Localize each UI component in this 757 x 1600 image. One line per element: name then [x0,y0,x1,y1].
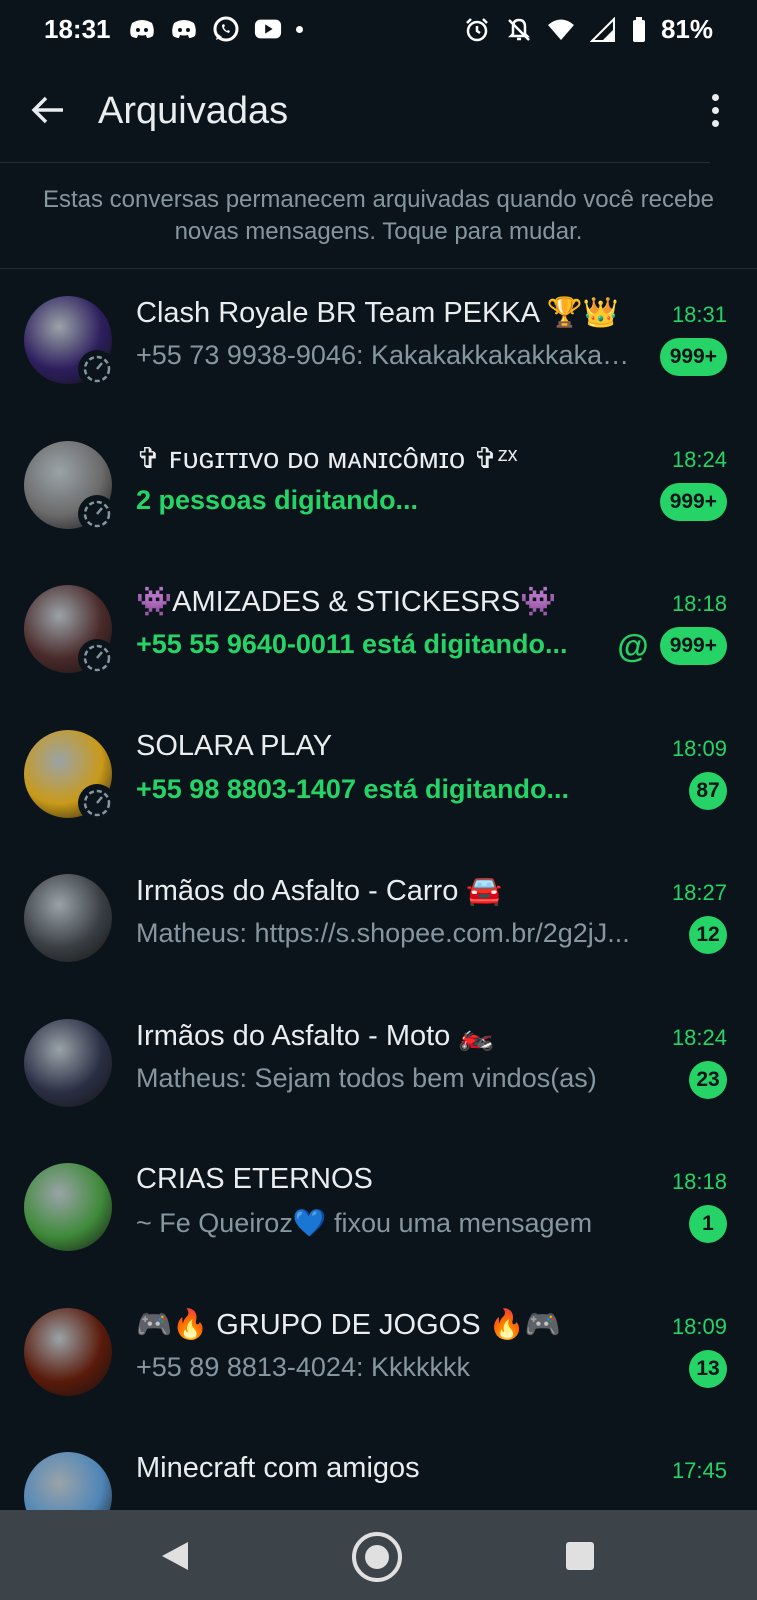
unread-count-badge: 999+ [659,338,727,376]
avatar-image [24,1163,112,1251]
chat-name: Irmãos do Asfalto - Moto 🏍️ [136,1019,495,1052]
unread-count-badge: 999+ [659,627,727,665]
mute-icon [505,17,533,43]
chat-row[interactable]: Clash Royale BR Team PEKKA 🏆👑 18:31 +55 73… [0,272,757,417]
unread-count-badge: 1 [689,1205,727,1243]
home-icon [365,1545,389,1569]
back-button[interactable] [26,88,70,132]
navigation-bar [0,1510,757,1600]
chat-name: Clash Royale BR Team PEKKA 🏆👑 [136,297,619,329]
status-ring-icon [78,494,116,533]
archive-info-text[interactable]: Estas conversas permanecem arquivadas qu… [40,184,717,248]
chat-preview: +55 55 9640-0011 está digitando... [136,629,568,659]
avatar-image [24,874,112,962]
youtube-icon [254,16,282,42]
app-bar: Arquivadas [0,70,757,160]
chat-time: 18:18 [671,1169,727,1194]
chat-preview: 2 pessoas digitando... [136,484,419,515]
chat-name: SOLARA PLAY [136,729,333,762]
status-bar: 18:31 81% [0,0,757,60]
chat-preview: +55 89 8813-4024: Kkkkkkk [136,1351,470,1382]
chat-row[interactable]: 👾AMIZADES & STICKESRS👾 18:18 +55 55 9640-0… [0,561,757,706]
chat-preview: ~ Fe Queiroz💙 fixou uma mensagem [136,1208,593,1238]
chat-time: 18:18 [671,591,727,616]
chat-name: Irmãos do Asfalto - Carro 🚘 [136,875,503,907]
chat-row[interactable]: Irmãos do Asfalto - Moto 🏍️ 18:24 Matheus:… [0,995,757,1140]
arrow-left-icon [31,96,63,124]
chat-time: 18:09 [671,735,727,761]
mention-icon: @ [617,627,649,664]
chat-avatar[interactable] [24,440,116,533]
dot [711,106,719,114]
battery-icon [631,16,647,43]
chat-list: Clash Royale BR Team PEKKA 🏆👑 18:31 +55 73… [0,272,757,1573]
chat-time: 18:31 [671,302,727,327]
alarm-icon [463,17,491,43]
unread-count-badge: 999+ [659,482,727,521]
chat-row[interactable]: 🎮🔥 GRUPO DE JOGOS 🔥🎮 18:09 +55 89 8813-402… [0,1284,757,1429]
chat-row[interactable]: Irmãos do Asfalto - Carro 🚘 18:27 Matheus:… [0,850,757,995]
chat-preview: Matheus: Sejam todos bem vindos(as) [136,1062,597,1093]
chat-row[interactable]: CRIAS ETERNOS 18:18 ~ Fe Queiroz💙 fixou um… [0,1139,757,1284]
notification-icons [128,16,303,42]
avatar-image [24,1018,112,1107]
chat-avatar[interactable] [24,296,116,388]
nav-recents-button[interactable] [566,1542,594,1570]
chat-name: Minecraft com amigos [136,1452,420,1484]
battery-percent: 81% [660,14,713,44]
chat-avatar[interactable] [24,1018,112,1107]
chat-time: 18:24 [671,1024,727,1050]
status-time: 18:31 [44,14,111,44]
chat-preview: Matheus: https://s.shopee.com.br/2g2jJ..… [136,918,630,948]
chat-avatar[interactable] [24,585,116,677]
dot [711,93,719,101]
discord-icon [128,16,156,42]
discord-icon [170,16,198,42]
chat-avatar[interactable] [24,1307,112,1396]
system-icons: 81% [463,14,713,45]
nav-home-button[interactable] [352,1532,402,1582]
divider [0,162,710,163]
unread-count-badge: 13 [689,1349,727,1388]
chat-preview: +55 98 8803-1407 está digitando... [136,773,569,804]
avatar-image [24,1307,112,1396]
nav-back-button[interactable] [160,1540,190,1577]
unread-count-badge: 23 [689,1060,727,1099]
chat-avatar[interactable] [24,729,116,822]
chat-avatar[interactable] [24,1163,112,1251]
chat-avatar[interactable] [24,874,112,962]
chat-row[interactable]: SOLARA PLAY 18:09 +55 98 8803-1407 está di… [0,706,757,851]
whatsapp-icon [212,16,240,42]
status-ring-icon [78,350,116,388]
chat-name: 🎮🔥 GRUPO DE JOGOS 🔥🎮 [136,1308,561,1341]
signal-icon [589,16,617,43]
chat-time: 18:24 [671,446,727,472]
chat-name: CRIAS ETERNOS [136,1163,373,1195]
status-ring-icon [78,639,116,677]
chat-time: 17:45 [671,1458,727,1483]
chat-time: 18:09 [671,1313,727,1339]
more-notifications-dot [296,25,303,33]
divider [0,268,757,269]
more-options-button[interactable] [699,88,731,132]
dot [711,119,719,127]
unread-count-badge: 87 [689,771,727,810]
status-ring-icon [78,783,116,822]
chat-row[interactable]: ✞ ꜰᴜɢɪᴛɪᴠᴏ ᴅᴏ ᴍᴀɴɪᴄôᴍɪᴏ ✞ᶻˣ 18:24 2 pessoa… [0,417,757,562]
chat-time: 18:27 [671,880,727,905]
page-title: Arquivadas [98,90,289,132]
wifi-icon [547,17,575,43]
chat-name: 👾AMIZADES & STICKESRS👾 [136,586,557,618]
unread-count-badge: 12 [689,916,727,954]
chat-preview: +55 73 9938-9046: Kakakakkakakkakakak [136,340,636,370]
triangle-back-icon [162,1542,188,1570]
chat-name: ✞ ꜰᴜɢɪᴛɪᴠᴏ ᴅᴏ ᴍᴀɴɪᴄôᴍɪᴏ ✞ᶻˣ [136,442,518,475]
